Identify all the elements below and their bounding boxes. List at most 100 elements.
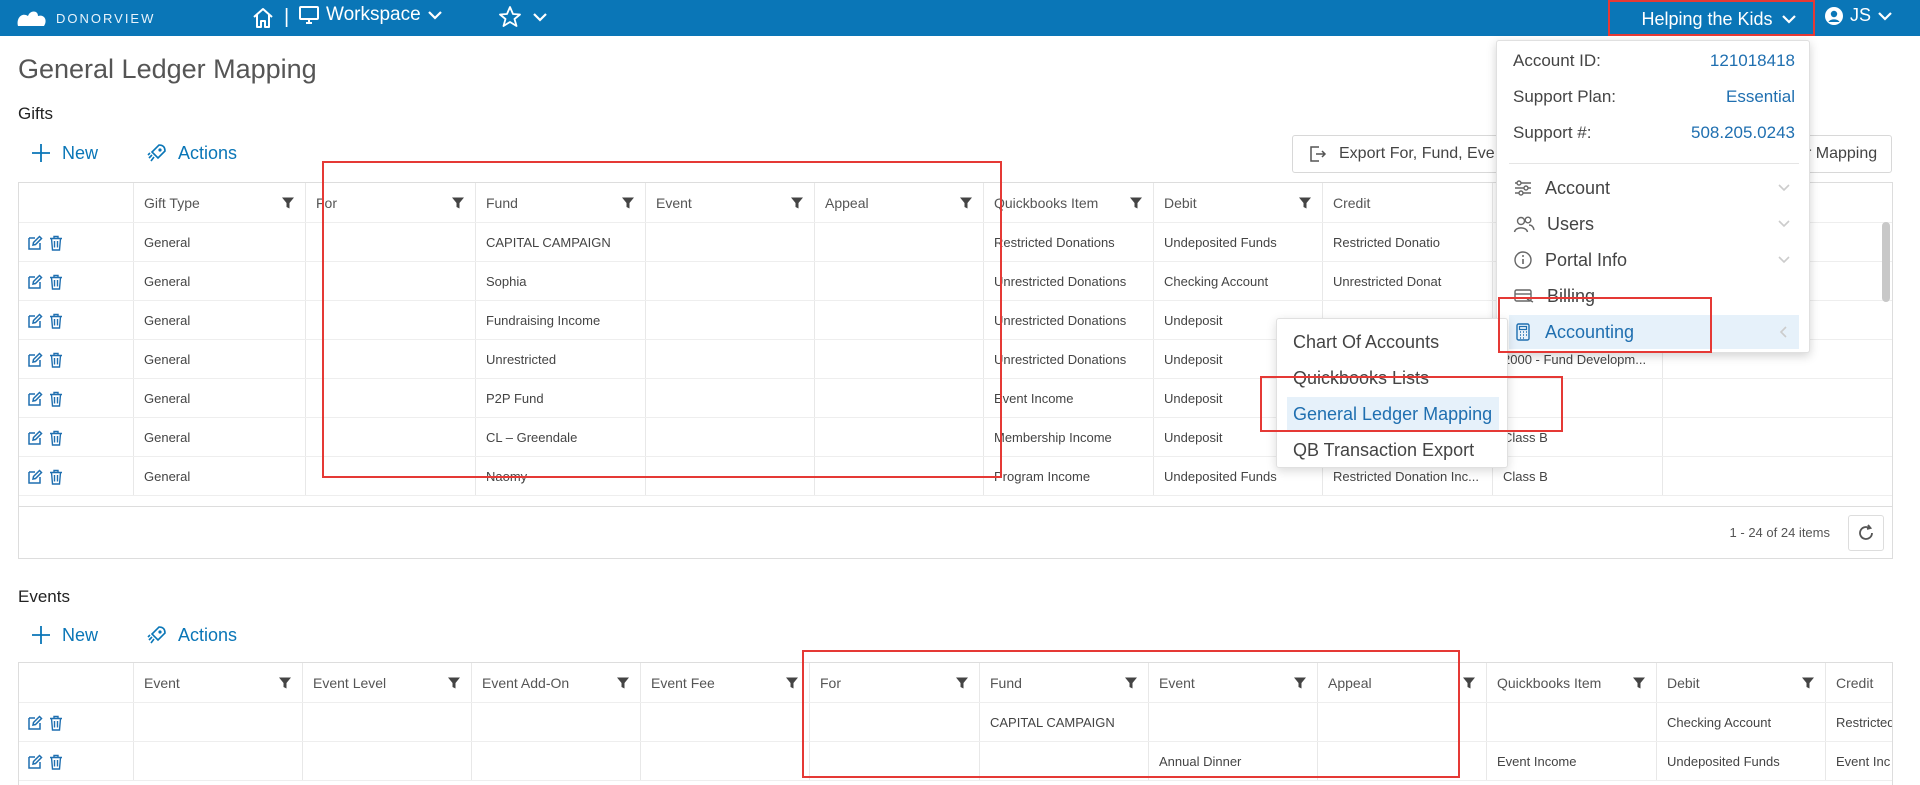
column-header[interactable]: Quickbooks Item [1486,663,1656,702]
events-new-button[interactable]: New [30,624,98,646]
filter-icon[interactable] [1293,676,1307,690]
menu-item-billing[interactable]: Billing [1509,279,1799,313]
trash-icon[interactable] [49,754,63,770]
star-icon [499,6,521,27]
column-header[interactable]: Appeal [814,183,983,222]
filter-icon[interactable] [1298,196,1312,210]
column-header[interactable]: Event [1148,663,1317,702]
filter-icon[interactable] [621,196,635,210]
column-header-label: Gift Type [144,194,200,211]
submenu-quickbooks-lists[interactable]: Quickbooks Lists [1287,361,1499,395]
edit-icon[interactable] [27,391,43,407]
home-icon[interactable] [250,5,276,31]
trash-icon[interactable] [49,430,63,446]
filter-icon[interactable] [1129,196,1143,210]
filter-icon[interactable] [790,196,804,210]
trash-icon[interactable] [49,715,63,731]
table-cell [1317,742,1486,780]
filter-icon[interactable] [447,676,461,690]
column-header[interactable]: Event Level [302,663,471,702]
column-header[interactable]: Debit [1153,183,1322,222]
support-number-value[interactable]: 508.205.0243 [1691,123,1795,143]
refresh-button[interactable] [1848,515,1884,551]
trash-icon[interactable] [49,313,63,329]
filter-icon[interactable] [1801,676,1815,690]
column-header[interactable]: Appeal [1317,663,1486,702]
submenu-general-ledger-mapping[interactable]: General Ledger Mapping [1287,397,1499,431]
trash-icon[interactable] [49,352,63,368]
table-cell [1486,703,1656,741]
trash-icon[interactable] [49,391,63,407]
edit-icon[interactable] [27,469,43,485]
table-cell [645,262,814,300]
trash-icon[interactable] [49,235,63,251]
column-header[interactable]: Event Add-On [471,663,640,702]
table-cell: Undeposited Funds [1656,742,1825,780]
dropdown-divider [1509,163,1799,164]
submenu-chart-of-accounts[interactable]: Chart Of Accounts [1287,325,1499,359]
column-header[interactable]: Event Fee [640,663,809,702]
table-row[interactable]: CAPITAL CAMPAIGN Checking Account Restrict… [19,703,1892,742]
filter-icon[interactable] [281,196,295,210]
edit-icon[interactable] [27,430,43,446]
filter-icon[interactable] [1632,676,1646,690]
table-row[interactable]: General Naomy Program Income Undeposited Fu… [19,457,1892,496]
table-row[interactable]: Annual Dinner Event Income Undeposited Fun… [19,742,1892,781]
column-header[interactable]: Quickbooks Item [983,183,1153,222]
edit-icon[interactable] [27,715,43,731]
menu-item-accounting[interactable]: Accounting [1509,315,1799,349]
edit-icon[interactable] [27,352,43,368]
menu-item-users-label: Users [1547,213,1595,234]
menu-item-portal-info[interactable]: Portal Info [1509,243,1799,277]
filter-icon[interactable] [451,196,465,210]
edit-icon[interactable] [27,235,43,251]
table-cell [305,457,475,495]
column-header[interactable]: Event [133,663,302,702]
table-row[interactable]: General CL – Greendale Membership Income Un… [19,418,1892,457]
workspace-menu[interactable]: Workspace [298,4,443,26]
filter-icon[interactable] [785,676,799,690]
submenu-qb-transaction-export[interactable]: QB Transaction Export [1287,433,1499,467]
events-grid: Event Event Level Event Add-On Event Fee For… [18,662,1893,785]
column-header[interactable] [19,183,133,222]
edit-icon[interactable] [27,754,43,770]
filter-icon[interactable] [959,196,973,210]
table-cell [809,742,979,780]
column-header[interactable]: For [305,183,475,222]
filter-icon[interactable] [955,676,969,690]
column-header[interactable] [19,663,133,702]
gifts-actions-button[interactable]: Actions [146,142,237,164]
events-actions-button[interactable]: Actions [146,624,237,646]
column-header[interactable]: Fund [475,183,645,222]
favorites-menu[interactable] [498,5,548,29]
filter-icon[interactable] [1124,676,1138,690]
table-cell [302,703,471,741]
user-circle-icon [1825,6,1843,25]
column-header[interactable]: Credit [1825,663,1892,702]
column-header[interactable]: Gift Type [133,183,305,222]
column-header[interactable]: For [809,663,979,702]
edit-icon[interactable] [27,274,43,290]
trash-icon[interactable] [49,274,63,290]
table-cell: CAPITAL CAMPAIGN [475,223,645,261]
support-plan-value[interactable]: Essential [1726,87,1795,107]
table-row[interactable]: General P2P Fund Event Income Undeposit [19,379,1892,418]
edit-icon[interactable] [27,313,43,329]
column-header[interactable]: Credit [1322,183,1492,222]
gifts-grid-scrollbar[interactable] [1882,222,1890,302]
filter-icon[interactable] [278,676,292,690]
chevron-down-icon [1878,11,1892,21]
logo[interactable]: DONORVIEW [14,6,155,30]
organization-menu-button[interactable]: Helping the Kids [1624,3,1814,35]
gifts-new-button[interactable]: New [30,142,98,164]
menu-item-account[interactable]: Account [1509,171,1799,205]
filter-icon[interactable] [616,676,630,690]
filter-icon[interactable] [1462,676,1476,690]
column-header[interactable]: Fund [979,663,1148,702]
table-cell: CL – Greendale [475,418,645,456]
column-header[interactable]: Debit [1656,663,1825,702]
user-menu-button[interactable]: JS [1824,5,1893,26]
trash-icon[interactable] [49,469,63,485]
menu-item-users[interactable]: Users [1509,207,1799,241]
column-header[interactable]: Event [645,183,814,222]
